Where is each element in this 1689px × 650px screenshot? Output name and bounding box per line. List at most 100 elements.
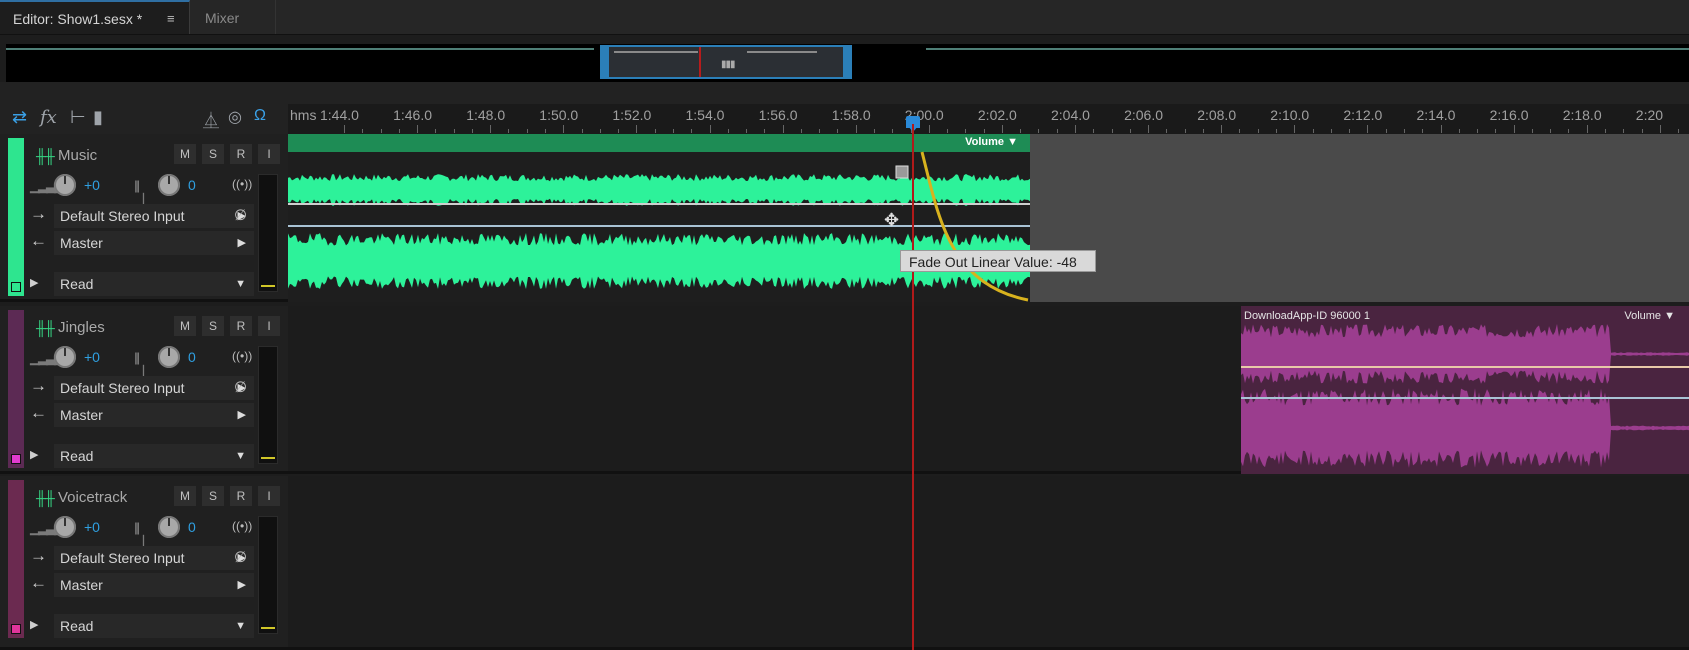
pan-value[interactable]: 0 [188,519,196,535]
clip-envelope-select[interactable]: Volume ▼ [1624,310,1675,322]
track-color-strip[interactable] [8,480,24,638]
pan-value[interactable]: 0 [188,349,196,365]
output-select[interactable]: Master ▶ [54,573,254,597]
ruler-label: 2:04.0 [1051,107,1090,123]
pan-value[interactable]: 0 [188,177,196,193]
solo-button[interactable]: S [202,316,224,336]
clip-music[interactable]: Volume ▼ [288,134,1030,302]
ruler-label: 1:48.0 [466,107,506,123]
solo-button[interactable]: S [202,486,224,506]
ruler-tick [1221,125,1223,133]
ruler-label: 2:14.0 [1416,107,1456,123]
fade-handle-icon[interactable] [895,165,909,179]
zoom-handle-left[interactable] [602,47,609,77]
monitor-input-button[interactable]: I [258,316,280,336]
level-meter [258,174,278,292]
monitor-input-button[interactable]: I [258,486,280,506]
expand-icon[interactable]: ▶ [30,618,38,631]
input-select[interactable]: Default Stereo Input ▶ [54,204,254,228]
track-select-box[interactable] [11,282,21,292]
output-select[interactable]: Master ▶ [54,231,254,255]
overview-zoom-window[interactable]: ▮▮▮ [600,45,852,79]
ruler-tick [1330,129,1332,133]
track-select-box[interactable] [11,624,21,634]
volume-knob[interactable] [54,516,76,538]
ruler-tick [563,125,565,133]
phase-invert-icon[interactable]: ∅ [234,548,247,566]
ruler-tick [672,129,674,133]
meter-peak [261,457,275,459]
chevron-down-icon: ▼ [235,620,246,632]
overview-spacer [0,82,1689,104]
tab-editor[interactable]: Editor: Show1.sesx * ≡ [0,0,190,34]
stereo-icon[interactable]: ((•)) [232,349,252,363]
monitor-icon[interactable]: Ω [254,107,266,125]
stereo-icon[interactable]: ((•)) [232,519,252,533]
volume-value[interactable]: +0 [84,519,100,535]
stereo-icon[interactable]: ((•)) [232,177,252,191]
record-punch-icon[interactable]: ◎ [228,107,242,127]
time-ruler[interactable]: hms 1:44.0 1:46.0 1:48.0 1:50.0 1:52.0 1:54.0… [288,104,1689,135]
chevron-down-icon: ▼ [235,450,246,462]
track-name[interactable]: Music [58,147,97,164]
mute-button[interactable]: M [174,486,196,506]
expand-icon[interactable]: ▶ [30,276,38,289]
eq-icon[interactable]: ▮ [93,107,103,128]
sends-icon[interactable]: ⊢ [70,107,86,128]
track-color-strip[interactable] [8,310,24,468]
track-lane-voicetrack[interactable] [288,476,1689,650]
panel-menu-icon[interactable]: ≡ [167,2,175,36]
automation-mode-select[interactable]: Read ▼ [54,444,254,468]
track-name[interactable]: Voicetrack [58,489,127,506]
ruler-tick [636,125,638,133]
expand-icon[interactable]: ▶ [30,448,38,461]
automation-mode-select[interactable]: Read ▼ [54,272,254,296]
record-arm-button[interactable]: R [230,144,252,164]
ruler-tick [1184,129,1186,133]
volume-knob[interactable] [54,346,76,368]
ruler-tick [819,129,821,133]
pan-knob[interactable] [158,174,180,196]
automation-mode-select[interactable]: Read ▼ [54,614,254,638]
record-arm-button[interactable]: R [230,486,252,506]
overview-clip [614,51,698,53]
solo-button[interactable]: S [202,144,224,164]
clip-envelope-label: Volume [1624,310,1662,322]
ruler-tick [1385,129,1387,133]
track-name[interactable]: Jingles [58,319,105,336]
ruler-tick [1641,129,1643,133]
ruler-tick [417,125,419,133]
playhead-line [912,124,914,650]
metronome-icon[interactable]: ⏅ [203,107,219,131]
chevron-right-icon: ▶ [237,579,246,591]
pan-knob[interactable] [158,346,180,368]
clip-jingle[interactable]: DownloadApp-ID 96000 1 Volume ▼ [1241,306,1689,474]
input-select[interactable]: Default Stereo Input ▶ [54,376,254,400]
fx-icon[interactable]: fx [40,107,57,128]
tab-mixer[interactable]: Mixer [192,0,276,34]
pan-knob[interactable] [158,516,180,538]
output-select[interactable]: Master ▶ [54,403,254,427]
input-select[interactable]: Default Stereo Input ▶ [54,546,254,570]
music-lane-empty-area[interactable] [1030,134,1689,302]
record-arm-button[interactable]: R [230,316,252,336]
phase-invert-icon[interactable]: ∅ [234,378,247,396]
zoom-handle-right[interactable] [843,47,850,77]
volume-value[interactable]: +0 [84,349,100,365]
phase-invert-icon[interactable]: ∅ [234,206,247,224]
monitor-input-button[interactable]: I [258,144,280,164]
track-color-strip[interactable] [8,138,24,296]
session-overview[interactable]: ▮▮▮ [6,44,1689,82]
overview-track-line [6,48,594,50]
ruler-tick [892,129,894,133]
mute-button[interactable]: M [174,144,196,164]
volume-knob[interactable] [54,174,76,196]
track-select-box[interactable] [11,454,21,464]
level-meter [258,346,278,464]
grip-icon[interactable]: ▮▮▮ [721,59,735,70]
inputs-outputs-icon[interactable]: ⇄ [12,107,27,128]
ruler-tick [1623,129,1625,133]
ruler-tick [362,129,364,133]
mute-button[interactable]: M [174,316,196,336]
volume-value[interactable]: +0 [84,177,100,193]
